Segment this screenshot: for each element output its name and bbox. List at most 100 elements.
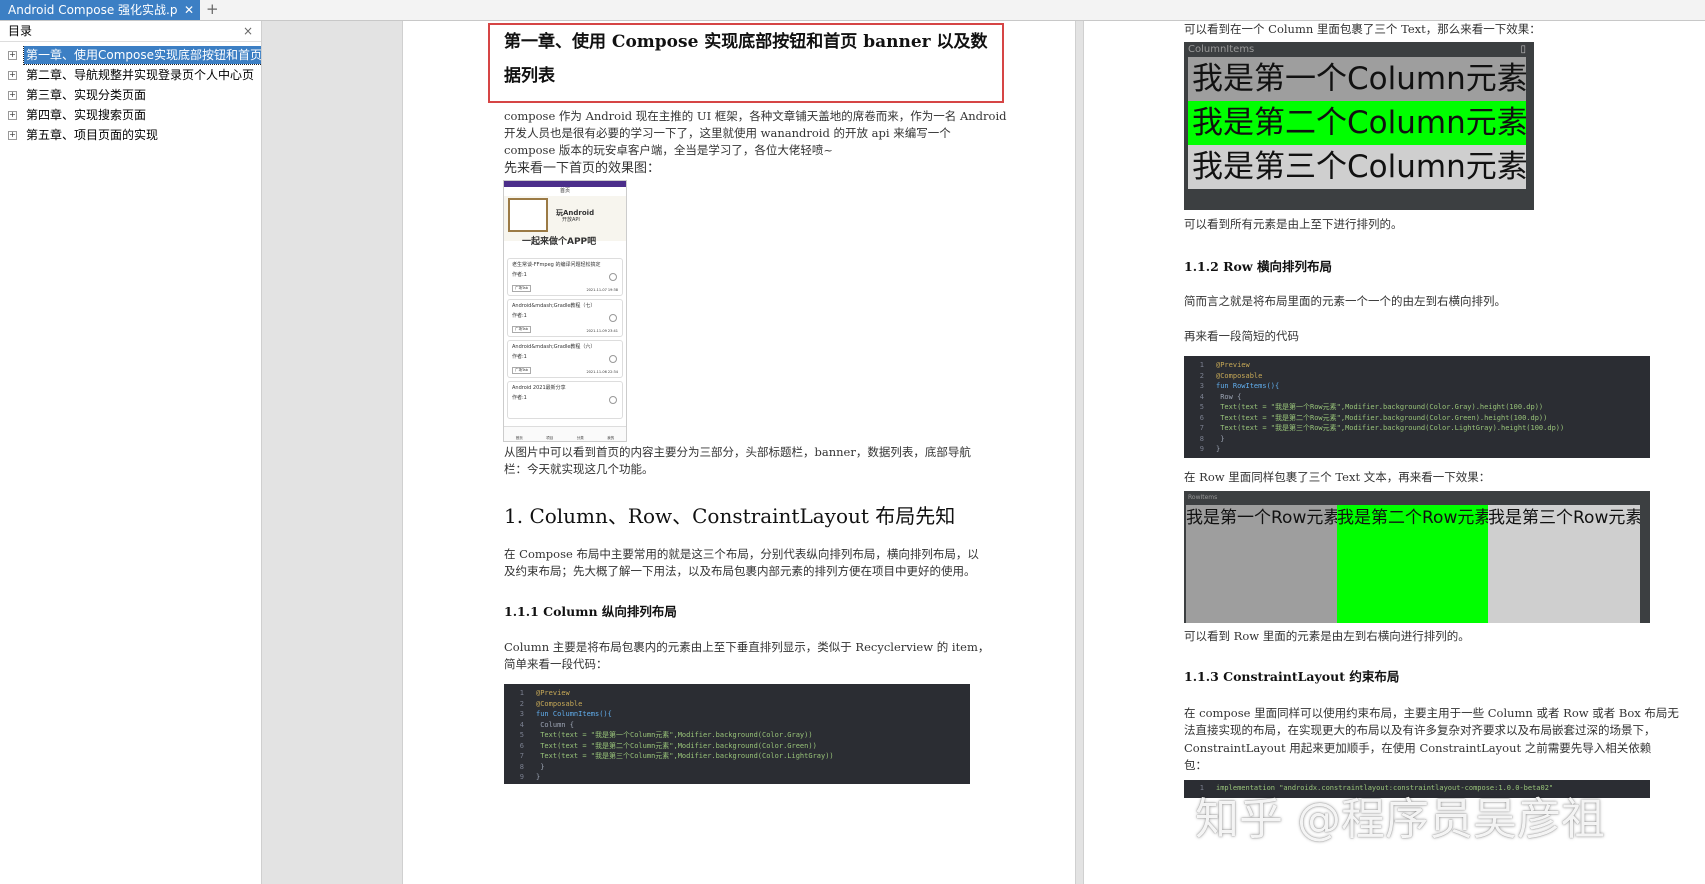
column-intro: 可以看到在一个 Column 里面包裹了三个 Text，那么来看一下效果：	[1184, 22, 1541, 36]
desc-line-2: 栏：今天就实现这几个功能。	[504, 462, 654, 476]
close-tab-icon[interactable]: ✕	[184, 0, 194, 20]
banner-subtitle: 开放API	[562, 217, 580, 223]
toc-item-chapter-2[interactable]: + 第二章、导航规整并实现登录页个人中心页	[0, 66, 261, 86]
code-block-column: 1 @Preview 2 @Composable 3 fun ColumnItems(…	[504, 684, 970, 784]
code-line: }	[1216, 445, 1221, 453]
card-title: Android&mdash;Gradle教程（六）	[512, 344, 596, 350]
heart-icon	[609, 314, 617, 322]
app-top-title: 首页	[559, 188, 570, 194]
row-cell-3: 我是第三个Row元素	[1488, 505, 1640, 623]
phone-icon: ▯	[1520, 44, 1526, 55]
row-line-2: 再来看一段简短的代码	[1184, 329, 1299, 343]
toc-item-label: 第二章、导航规整并实现登录页个人中心页	[26, 68, 255, 82]
cl-line-2: 法直接实现的布局，在实现更大的布局以及有许多复杂对齐要求以及布局嵌套过深的场景下…	[1184, 723, 1656, 737]
chapter-title-line-1: 第一章、使用 Compose 实现底部按钮和首页 banner 以及数	[504, 32, 988, 52]
heart-icon	[609, 396, 617, 404]
section1-line-2: 及约束布局；先大概了解一下用法，以及布局包裹内部元素的排列方便在项目中更好的使用…	[504, 564, 976, 578]
expand-icon[interactable]: +	[8, 111, 17, 120]
toc-item-label: 第四章、实现搜索页面	[26, 108, 147, 122]
expand-icon[interactable]: +	[8, 131, 17, 140]
code-line: Text(text = "我是第三个Column元素",Modifier.bac…	[536, 752, 834, 760]
code-line: fun RowItems(){	[1216, 382, 1280, 390]
code-block-row: 1 @Preview 2 @Composable 3 fun RowItems(){ …	[1184, 356, 1650, 458]
code-line: Text(text = "我是第一个Row元素",Modifier.backgr…	[1216, 403, 1544, 411]
document-tab[interactable]: Android Compose 强化实战.p ✕	[0, 0, 200, 20]
heart-icon	[609, 355, 617, 363]
code-line: @Preview	[1216, 361, 1250, 369]
card-author: 作者:1	[512, 395, 527, 401]
card-tag: 广场Tab	[512, 326, 531, 333]
card-title: Android&mdash;Gradle教程（七）	[512, 303, 596, 309]
app-bottom-nav: 首页 项目 分类 我的	[504, 426, 626, 441]
toc-title: 目录	[8, 24, 33, 38]
expand-icon[interactable]: +	[8, 51, 17, 60]
app-screenshot: 首页 玩Android 开放API 一起来做个APP吧 老生常谈-FFmpeg …	[503, 180, 627, 442]
nav-mine: 我的	[607, 436, 615, 440]
checklist-icon	[508, 198, 548, 232]
app-top-bar: 首页	[504, 187, 626, 196]
toc-item-chapter-1[interactable]: + 第一章、使用Compose实现底部按钮和首页	[0, 46, 261, 66]
preview-label: ColumnItems ▯	[1184, 42, 1534, 57]
cl-line-3: ConstraintLayout 用起来更加顺手，在使用 ConstraintL…	[1184, 741, 1652, 755]
card-author: 作者:1	[512, 313, 527, 319]
card-date: 2021-11-07 19:38	[586, 288, 618, 292]
code-line: Text(text = "我是第二个Column元素",Modifier.bac…	[536, 741, 817, 750]
nav-category: 分类	[576, 436, 584, 440]
preview-label: RowItems	[1188, 494, 1218, 501]
column-row-1: 我是第一个Column元素	[1188, 57, 1526, 101]
subheading-1-1-3: 1.1.3 ConstraintLayout 约束布局	[1184, 669, 1400, 684]
tab-title: Android Compose 强化实战.p	[8, 3, 178, 17]
toc-item-chapter-4[interactable]: + 第四章、实现搜索页面	[0, 106, 261, 126]
toc-item-label: 第三章、实现分类页面	[26, 88, 147, 102]
cl-line-1: 在 compose 里面同样可以使用约束布局，主要主用于一些 Column 或者…	[1184, 706, 1679, 720]
tab-bar: Android Compose 强化实战.p ✕ +	[0, 0, 1705, 21]
desc-line-1: 从图片中可以看到首页的内容主要分为三部分，头部标题栏，banner，数据列表，底…	[504, 445, 971, 459]
row-line-1: 简而言之就是将布局里面的元素一个一个的由左到右横向排列。	[1184, 294, 1506, 308]
card-title: Android 2021最新分享	[512, 385, 566, 391]
toc-header: 目录 ×	[0, 21, 261, 42]
nav-project: 项目	[546, 436, 554, 440]
close-sidebar-icon[interactable]: ×	[243, 21, 253, 41]
list-item: Android 2021最新分享 作者:1	[507, 381, 623, 419]
banner-slogan: 一起来做个APP吧	[522, 237, 597, 247]
code-line: @Composable	[536, 699, 583, 708]
card-author: 作者:1	[512, 272, 527, 278]
code-line: Row {	[1216, 392, 1242, 401]
toc-item-chapter-3[interactable]: + 第三章、实现分类页面	[0, 86, 261, 106]
toc-list: + 第一章、使用Compose实现底部按钮和首页 + 第二章、导航规整并实现登录页个…	[0, 46, 261, 146]
toc-item-chapter-5[interactable]: + 第五章、项目页面的实现	[0, 126, 261, 146]
column-row-3: 我是第三个Column元素	[1188, 145, 1526, 189]
code-line: @Preview	[536, 689, 570, 697]
watermark: 知乎 @程序员吴彦祖	[1195, 794, 1605, 845]
expand-icon[interactable]: +	[8, 71, 17, 80]
column-preview-image: ColumnItems ▯ 我是第一个Column元素 我是第二个Column元素…	[1184, 42, 1534, 210]
card-title: 老生常谈-FFmpeg 的编译问题轻松搞定	[512, 262, 601, 268]
code-line: Text(text = "我是第二个Row元素",Modifier.backgr…	[1216, 413, 1548, 422]
intro-line-1: compose 作为 Android 现在主推的 UI 框架，各种文章铺天盖地的…	[504, 109, 1007, 123]
intro-line-2: 开发人员也是很有必要的学习一下了，这里就使用 wanandroid 的开放 ap…	[504, 126, 951, 140]
row-cell-2: 我是第二个Row元素	[1337, 505, 1488, 623]
new-tab-button[interactable]: +	[206, 0, 219, 18]
row-intro: 在 Row 里面同样包裹了三个 Text 文本，再来看一下效果：	[1184, 470, 1491, 484]
card-date: 2021-11-06 22:34	[586, 370, 618, 374]
card-author: 作者:1	[512, 354, 527, 360]
section1-line-1: 在 Compose 布局中主要常用的就是这三个布局，分别代表纵向排列布局，横向排…	[504, 547, 979, 561]
card-tag: 广场Tab	[512, 367, 531, 374]
heart-icon	[609, 273, 617, 281]
expand-icon[interactable]: +	[8, 91, 17, 100]
list-item: Android&mdash;Gradle教程（六） 作者:1 广场Tab 2021-1…	[507, 340, 623, 378]
card-date: 2021-11-09 23:41	[586, 329, 618, 333]
row-cell-1: 我是第一个Row元素	[1186, 505, 1337, 623]
nav-home: 首页	[515, 436, 523, 440]
toc-item-label: 第一章、使用Compose实现底部按钮和首页	[22, 46, 261, 65]
card-tag: 广场Tab	[512, 285, 531, 292]
row-result: 可以看到 Row 里面的元素是由左到右横向进行排列的。	[1184, 629, 1470, 643]
code-line: }	[536, 762, 545, 771]
section-heading-1: 1. Column、Row、ConstraintLayout 布局先知	[504, 504, 956, 528]
list-item: 老生常谈-FFmpeg 的编译问题轻松搞定 作者:1 广场Tab 2021-11-07…	[507, 258, 623, 296]
code-line: Text(text = "我是第三个Row元素",Modifier.backgr…	[1216, 424, 1565, 432]
row-preview-image: RowItems 我是第一个Row元素 我是第二个Row元素 我是第三个Row元…	[1184, 491, 1650, 623]
preview-caption: 先来看一下首页的效果图：	[504, 161, 661, 176]
column-result: 可以看到所有元素是由上至下进行排列的。	[1184, 217, 1403, 231]
chapter-title-line-2: 据列表	[504, 66, 555, 86]
